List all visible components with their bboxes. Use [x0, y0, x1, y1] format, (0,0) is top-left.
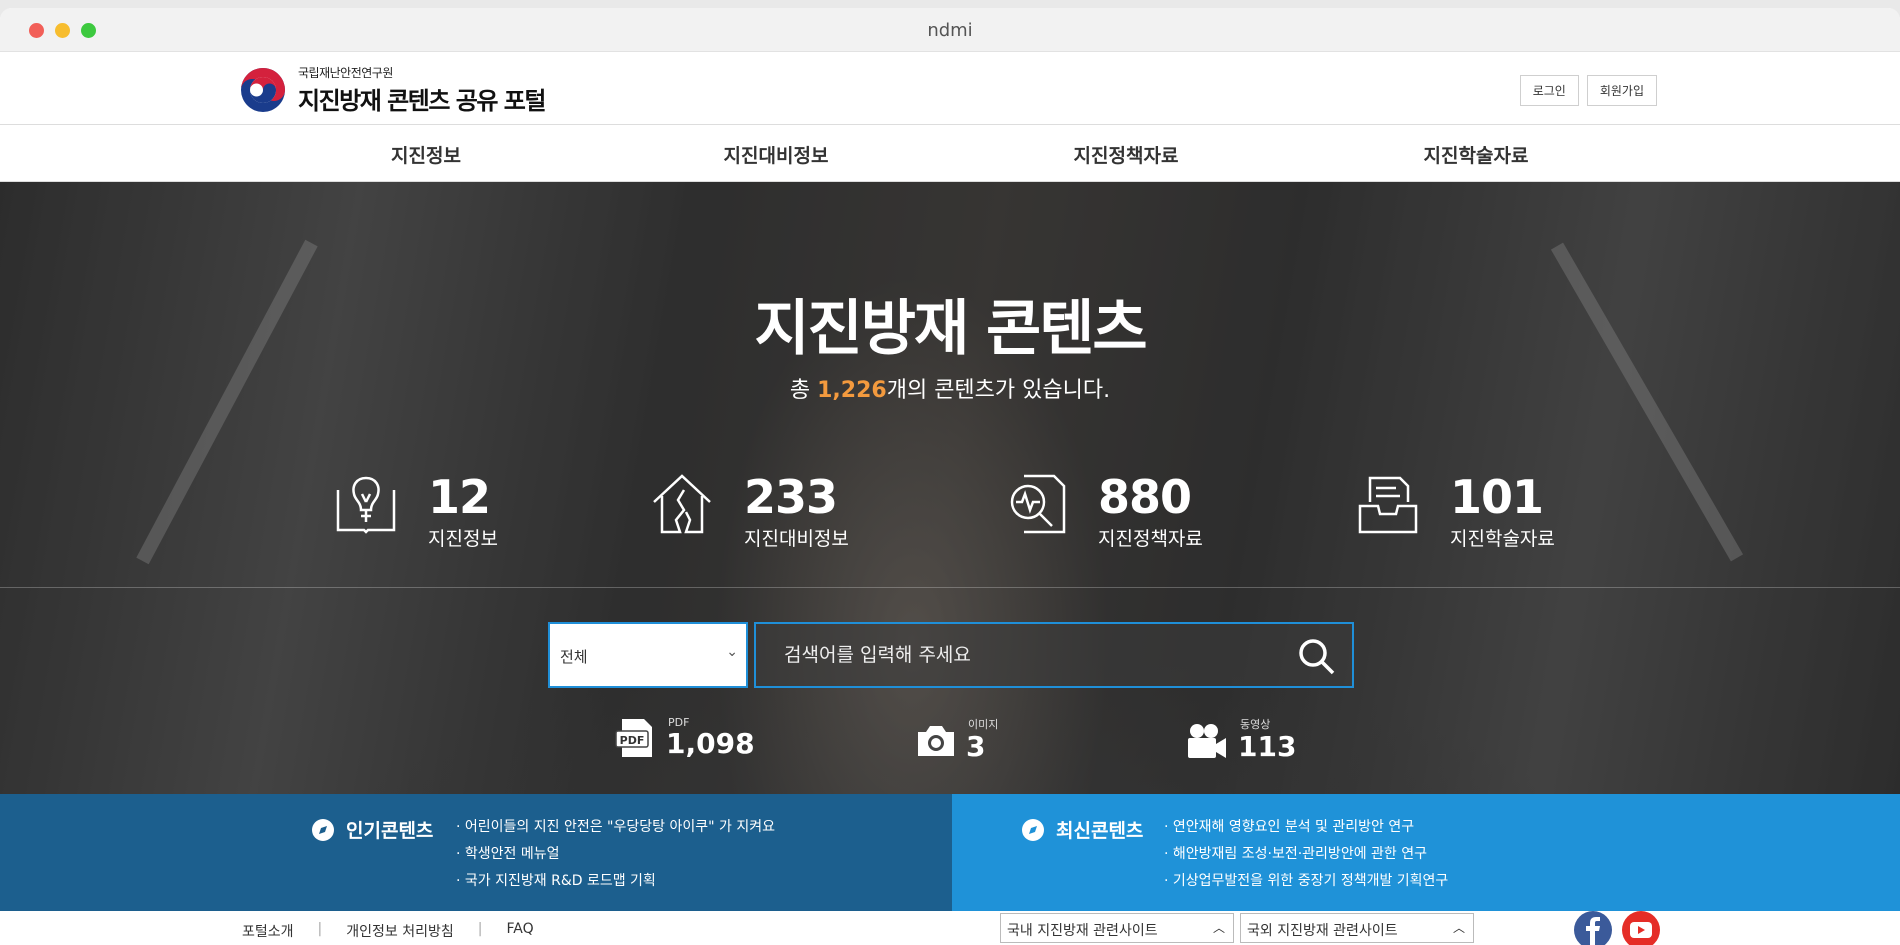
- logo-title: 지진방재 콘텐츠 공유 포털: [298, 87, 546, 115]
- latest-content-panel: 최신콘텐츠 연안재해 영향요인 분석 및 관리방안 연구 해안방재림 조성·보전…: [952, 794, 1900, 911]
- file-tray-icon: [1358, 476, 1418, 534]
- foreign-sites-select[interactable]: 국외 지진방재 관련사이트 ︿: [1240, 913, 1474, 943]
- document-magnifier-icon: [1010, 474, 1066, 534]
- list-item[interactable]: 국가 지진방재 R&D 로드맵 기획: [456, 868, 775, 895]
- popular-content-panel: 인기콘텐츠 어린이들의 지진 안전은 "우당당탕 아이쿠" 가 지켜요 학생안전…: [0, 794, 952, 911]
- latest-content-heading: 최신콘텐츠: [1022, 816, 1143, 843]
- stat-preparedness-info[interactable]: 233 지진대비정보: [650, 472, 849, 551]
- chevron-down-icon: ⌄: [726, 644, 738, 660]
- latest-content-list: 연안재해 영향요인 분석 및 관리방안 연구 해안방재림 조성·보전·관리방안에…: [1164, 814, 1448, 895]
- nav-item-policy-materials[interactable]: 지진정책자료: [1016, 141, 1236, 168]
- facebook-icon[interactable]: [1574, 911, 1612, 945]
- stat-value: 880: [1098, 470, 1192, 524]
- divider: |: [317, 921, 323, 937]
- logo-subtitle: 국립재난안전연구원: [298, 66, 393, 80]
- search-bar: 전체 ⌄: [548, 622, 1354, 688]
- window-title: ndmi: [927, 20, 973, 41]
- utility-links: 로그인 회원가입: [1519, 75, 1657, 106]
- title-bar: ndmi: [0, 8, 1900, 52]
- youtube-icon[interactable]: [1622, 911, 1660, 945]
- site-logo[interactable]: 국립재난안전연구원 지진방재 콘텐츠 공유 포털: [240, 64, 546, 116]
- site-footer: 포털소개 | 개인정보 처리방침 | FAQ 국내 지진방재 관련사이트 ︿ 국…: [0, 911, 1900, 945]
- compass-icon: [312, 818, 334, 841]
- divider: |: [477, 921, 483, 937]
- hero-overlay: [0, 182, 1900, 794]
- list-item[interactable]: 어린이들의 지진 안전은 "우당당탕 아이쿠" 가 지켜요: [456, 814, 775, 841]
- media-value: 1,098: [666, 727, 755, 760]
- nav-item-earthquake-info[interactable]: 지진정보: [316, 141, 536, 168]
- stat-policy-materials[interactable]: 880 지진정책자료: [1004, 472, 1203, 551]
- subtitle-suffix: 개의 콘텐츠가 있습니다.: [886, 378, 1111, 403]
- chevron-up-icon: ︿: [1212, 921, 1225, 935]
- login-button[interactable]: 로그인: [1519, 75, 1579, 106]
- cracked-house-icon: [653, 474, 711, 534]
- search-icon[interactable]: [1296, 636, 1336, 676]
- list-item[interactable]: 기상업무발전을 위한 중장기 정책개발 기획연구: [1164, 868, 1448, 895]
- lightbulb-book-icon: [336, 476, 396, 534]
- popular-content-list: 어린이들의 지진 안전은 "우당당탕 아이쿠" 가 지켜요 학생안전 메뉴얼 국…: [456, 814, 775, 895]
- popular-content-title: 인기콘텐츠: [346, 820, 434, 842]
- media-value: 3: [966, 730, 986, 763]
- domestic-sites-value: 국내 지진방재 관련사이트: [1007, 923, 1158, 939]
- compass-icon: [1022, 818, 1044, 841]
- stat-earthquake-info[interactable]: 12 지진정보: [334, 472, 498, 551]
- stat-label: 지진대비정보: [744, 528, 849, 550]
- chevron-up-icon: ︿: [1452, 921, 1465, 935]
- taegeuk-logo-icon: [240, 67, 286, 113]
- foreign-sites-value: 국외 지진방재 관련사이트: [1247, 923, 1398, 939]
- stat-value: 12: [428, 470, 491, 524]
- hero-banner: 지진방재 콘텐츠 총 1,226개의 콘텐츠가 있습니다. 12 지진정보 23…: [0, 182, 1900, 794]
- list-item[interactable]: 학생안전 메뉴얼: [456, 841, 775, 868]
- category-selected-value: 전체: [560, 648, 588, 666]
- media-value: 113: [1238, 730, 1297, 763]
- media-count-image[interactable]: 이미지 3: [914, 716, 998, 762]
- stat-label: 지진학술자료: [1450, 528, 1555, 550]
- stat-value: 101: [1450, 470, 1544, 524]
- svg-text:PDF: PDF: [620, 734, 645, 747]
- nav-item-preparedness-info[interactable]: 지진대비정보: [666, 141, 886, 168]
- total-count: 1,226: [817, 378, 887, 403]
- list-item[interactable]: 연안재해 영향요인 분석 및 관리방안 연구: [1164, 814, 1448, 841]
- content-highlights: 인기콘텐츠 어린이들의 지진 안전은 "우당당탕 아이쿠" 가 지켜요 학생안전…: [0, 794, 1900, 911]
- hero-subtitle: 총 1,226개의 콘텐츠가 있습니다.: [0, 372, 1900, 404]
- main-navigation: 지진정보 지진대비정보 지진정책자료 지진학술자료: [0, 124, 1900, 182]
- latest-content-title: 최신콘텐츠: [1056, 820, 1144, 842]
- stat-label: 지진정책자료: [1098, 528, 1203, 550]
- site-header: 국립재난안전연구원 지진방재 콘텐츠 공유 포털 로그인 회원가입: [0, 52, 1900, 124]
- media-count-video[interactable]: 동영상 113: [1186, 716, 1296, 762]
- search-field-wrapper: [754, 622, 1354, 688]
- pdf-icon: PDF: [615, 719, 652, 757]
- nav-item-academic-materials[interactable]: 지진학술자료: [1366, 141, 1586, 168]
- domestic-sites-select[interactable]: 국내 지진방재 관련사이트 ︿: [1000, 913, 1234, 943]
- list-item[interactable]: 해안방재림 조성·보전·관리방안에 관한 연구: [1164, 841, 1448, 868]
- stat-value: 233: [744, 470, 838, 524]
- popular-content-heading: 인기콘텐츠: [312, 816, 433, 843]
- camera-icon: [918, 726, 954, 756]
- hero-title: 지진방재 콘텐츠: [754, 294, 1147, 364]
- media-count-pdf[interactable]: PDF PDF 1,098: [614, 716, 755, 759]
- footer-links: 포털소개 | 개인정보 처리방침 | FAQ: [242, 921, 534, 941]
- hero-divider: [0, 587, 1900, 588]
- search-input[interactable]: [756, 624, 1352, 686]
- browser-window: ndmi 국립재난안전연구원 지진방재 콘텐츠 공유 포털 로그인 회원가입 지…: [0, 8, 1900, 945]
- stat-label: 지진정보: [428, 528, 498, 550]
- subtitle-prefix: 총: [789, 378, 818, 403]
- footer-link-privacy[interactable]: 개인정보 처리방침: [346, 921, 454, 941]
- video-camera-icon: [1188, 724, 1226, 758]
- footer-link-faq[interactable]: FAQ: [506, 921, 533, 941]
- category-select[interactable]: 전체 ⌄: [548, 622, 748, 688]
- signup-button[interactable]: 회원가입: [1586, 75, 1657, 106]
- stat-academic-materials[interactable]: 101 지진학술자료: [1356, 472, 1555, 551]
- footer-link-about[interactable]: 포털소개: [242, 921, 294, 941]
